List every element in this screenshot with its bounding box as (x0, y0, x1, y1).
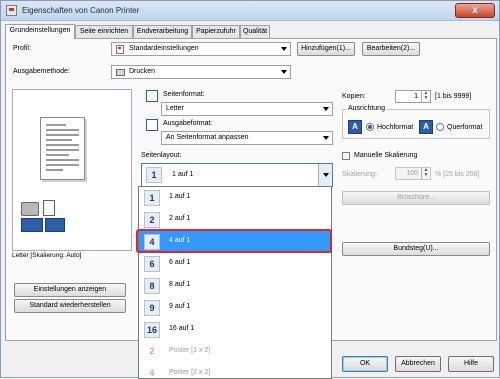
profile-value: Standardeinstellungen (129, 45, 199, 52)
chevron-down-icon (281, 70, 287, 74)
edit-profile-button[interactable]: Bearbeiten(2)... (362, 42, 420, 56)
layout-number-badge: 1 (144, 190, 160, 206)
copies-spinner[interactable]: 1 ▲ ▼ (395, 90, 431, 103)
page-layout-select[interactable]: 1 1 auf 1 (141, 163, 333, 187)
page-preview (12, 89, 132, 251)
list-item-label: Poster [1 x 2] (169, 347, 211, 354)
output-format-label: Ausgabeformat: (163, 120, 213, 127)
tab-seite-einrichten[interactable]: Seite einrichten (75, 25, 133, 38)
profile-label: Profil: (13, 45, 31, 52)
paper-stack-icon (43, 200, 55, 216)
chevron-down-icon (281, 47, 287, 51)
list-item-label: 8 auf 1 (169, 281, 191, 288)
page-layout-value: 1 auf 1 (172, 171, 194, 178)
scaling-label: Skalierung: (342, 171, 378, 178)
close-button[interactable]: x (455, 3, 495, 18)
page-format-select[interactable]: Letter (161, 102, 333, 116)
title-bar: Eigenschaften von Canon Printer x (1, 1, 499, 21)
orientation-label: Ausrichtung (346, 105, 387, 112)
output-format-icon (146, 119, 158, 131)
brochure-button[interactable]: Broschüre... (342, 191, 490, 205)
output-method-select[interactable]: Drucken (111, 65, 291, 79)
layout-number-badge: 2 (149, 346, 155, 356)
page-layout-dropdown-list: 1 1 auf 1 2 2 auf 1 4 4 auf 1 6 6 auf 1 … (138, 186, 332, 379)
portrait-icon: A (348, 120, 362, 134)
add-profile-button[interactable]: Hinzufügen(1)... (297, 42, 355, 56)
list-item-label: 6 auf 1 (169, 259, 191, 266)
layout-number-badge: 16 (144, 322, 160, 338)
list-item[interactable]: 6 6 auf 1 (139, 253, 331, 275)
cancel-button[interactable]: Abbrechen (395, 356, 441, 372)
list-item[interactable]: 9 9 auf 1 (139, 297, 331, 319)
list-item-label: 2 auf 1 (169, 215, 191, 222)
printer-app-icon (6, 5, 17, 16)
list-item-label: 9 auf 1 (169, 303, 191, 310)
list-item[interactable]: 8 8 auf 1 (139, 275, 331, 297)
gutter-button[interactable]: Bundsteg(U)... (342, 242, 490, 256)
page-layout-label: Seitenlayout: (141, 152, 182, 159)
list-item[interactable]: 16 16 auf 1 (139, 319, 331, 341)
printer-icon (116, 69, 125, 76)
landscape-icon: A (419, 120, 433, 134)
punch-icon[interactable] (45, 218, 65, 232)
page-format-label: Seitenformat: (163, 91, 205, 98)
copies-range: [1 bis 9999] (435, 93, 472, 100)
help-button[interactable]: Hilfe (448, 356, 494, 372)
printer-device-icon (21, 202, 39, 216)
list-item[interactable]: 1 1 auf 1 (139, 187, 331, 209)
preview-page (40, 117, 85, 180)
tab-qualitaet[interactable]: Qualität (240, 25, 270, 38)
output-method-value: Drucken (129, 68, 156, 75)
layout-number-badge: 2 (144, 212, 160, 228)
tab-endverarbeitung[interactable]: Endverarbeitung (133, 25, 192, 38)
scaling-range: % [25 bis 200] (435, 171, 480, 178)
list-item[interactable]: 2 Poster [1 x 2] (139, 341, 331, 363)
restore-defaults-button[interactable]: Standard wiederherstellen (14, 299, 126, 313)
scaling-value: 100 (406, 170, 418, 177)
manual-scaling-checkbox[interactable] (342, 152, 350, 160)
layout-number-badge: 9 (144, 300, 160, 316)
spinner-arrows-icon[interactable]: ▲ ▼ (421, 91, 430, 102)
profile-select[interactable]: Standardeinstellungen (111, 42, 291, 56)
page-format-icon (146, 90, 158, 102)
list-item-label: Poster [2 x 2] (169, 369, 211, 376)
tab-grundeinstellungen[interactable]: Grundeinstellungen (5, 24, 75, 39)
chevron-down-icon (323, 173, 329, 177)
layout-number-badge: 4 (149, 368, 155, 378)
list-item-label: 16 auf 1 (169, 325, 195, 332)
copies-label: Kopien: (342, 93, 366, 100)
landscape-radio[interactable] (436, 123, 444, 131)
layout-number-badge: 8 (144, 278, 160, 294)
copies-value: 1 (414, 93, 418, 100)
profile-icon (116, 45, 124, 54)
selection-highlight-ring (136, 229, 332, 253)
portrait-label: Hochformat (377, 124, 414, 131)
ok-button[interactable]: OK (342, 356, 388, 372)
printer-properties-window: Eigenschaften von Canon Printer x Grunde… (0, 0, 500, 379)
portrait-radio[interactable] (366, 123, 374, 131)
list-item-label: 1 auf 1 (169, 193, 191, 200)
scaling-spinner[interactable]: 100 ▲ ▼ (395, 167, 431, 180)
list-item[interactable]: 4 Poster [2 x 2] (139, 363, 331, 378)
stapler-icon[interactable] (21, 218, 43, 232)
output-format-value: An Seitenformat anpassen (166, 134, 249, 141)
window-title: Eigenschaften von Canon Printer (22, 6, 140, 15)
chevron-down-icon (323, 136, 329, 140)
show-settings-button[interactable]: Einstellungen anzeigen (14, 283, 126, 297)
output-method-label: Ausgabemethode: (13, 68, 70, 75)
list-item[interactable]: 2 2 auf 1 (139, 209, 331, 231)
output-format-select[interactable]: An Seitenformat anpassen (161, 131, 333, 145)
page-layout-dropdown-button[interactable] (318, 164, 332, 186)
tab-papierzufuhr[interactable]: Papierzufuhr (192, 25, 240, 38)
chevron-down-icon (323, 107, 329, 111)
page-layout-number: 1 (146, 167, 162, 183)
spinner-arrows-icon[interactable]: ▲ ▼ (421, 168, 430, 179)
manual-scaling-label: Manuelle Skalierung (354, 152, 418, 159)
layout-number-badge: 6 (144, 256, 160, 272)
landscape-label: Querformat (447, 124, 483, 131)
page-format-value: Letter (166, 105, 184, 112)
preview-status: Letter [Skalierung: Auto] (12, 252, 82, 259)
